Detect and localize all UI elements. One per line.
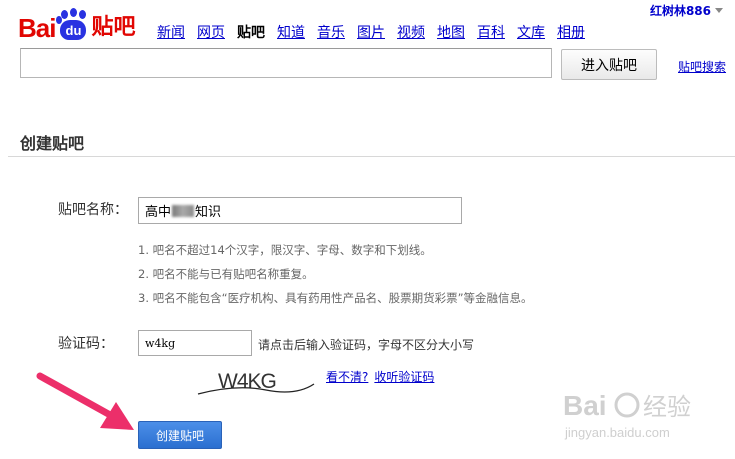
rule-item: 2. 吧名不能与已有贴吧名称重复。 (138, 267, 314, 281)
logo-bai-text: Bai (18, 13, 56, 43)
tieba-name-suffix: 知识 (195, 205, 222, 220)
tieba-name-input[interactable]: 高中 知识 (138, 197, 462, 224)
nav-item-zhidao[interactable]: 知道 (277, 25, 305, 41)
paw-icon: du (56, 8, 90, 42)
nav-item-music[interactable]: 音乐 (317, 25, 345, 41)
redacted-text (172, 204, 195, 217)
page-title: 创建贴吧 (20, 134, 85, 153)
tieba-name-label: 贴吧名称： (58, 202, 128, 218)
nav-item-tieba[interactable]: 贴吧 (237, 25, 265, 41)
tieba-search-link[interactable]: 贴吧搜索 (678, 58, 726, 75)
create-tieba-button[interactable]: 创建贴吧 (138, 421, 222, 449)
rule-item: 1. 吧名不超过14个汉字，限汉字、字母、数字和下划线。 (138, 243, 432, 257)
captcha-label: 验证码： (58, 336, 114, 352)
nav-item-wenku[interactable]: 文库 (517, 25, 545, 41)
nav-item-baike[interactable]: 百科 (477, 25, 505, 41)
watermark-brand: Bai (563, 390, 607, 421)
nav-item-album[interactable]: 相册 (557, 25, 585, 41)
watermark-url: jingyan.baidu.com (564, 425, 670, 440)
user-menu[interactable]: 红树林886 (650, 2, 723, 19)
watermark-brand-cn: 经验 (643, 393, 691, 421)
nav-item-map[interactable]: 地图 (437, 25, 465, 41)
listen-captcha-link[interactable]: 收听验证码 (374, 368, 434, 385)
captcha-hint: 请点击后输入验证码，字母不区分大小写 (258, 338, 475, 352)
top-nav: 新闻 网页 贴吧 知道 音乐 图片 视频 地图 百科 文库 相册 (157, 25, 597, 41)
arrow-icon (36, 372, 134, 430)
tieba-name-prefix: 高中 (145, 205, 172, 220)
rule-item: 3. 吧名不能包含“医疗机构、具有药用性产品名、股票期货彩票”等金融信息。 (138, 291, 533, 305)
section-divider (8, 156, 735, 157)
captcha-input[interactable]: w4kg (138, 330, 252, 356)
nav-item-news[interactable]: 新闻 (157, 25, 185, 41)
chevron-down-icon[interactable] (715, 8, 723, 13)
baidu-jingyan-watermark: Bai 经验 jingyan.baidu.com (563, 390, 691, 440)
nav-item-images[interactable]: 图片 (357, 25, 385, 41)
captcha-image[interactable]: W4KG (196, 364, 318, 404)
logo-tieba-text: 贴吧 (91, 15, 136, 40)
baidu-tieba-logo[interactable]: Bai du 贴吧 (18, 8, 135, 42)
logo-du-text: du (60, 20, 87, 40)
nav-item-web[interactable]: 网页 (197, 25, 225, 41)
search-input[interactable] (20, 48, 552, 78)
refresh-captcha-link[interactable]: 看不清? (326, 368, 368, 385)
captcha-image-text: W4KG (218, 370, 276, 393)
captcha-links: 看不清? 收听验证码 (326, 368, 434, 385)
nav-item-video[interactable]: 视频 (397, 25, 425, 41)
enter-tieba-button[interactable]: 进入贴吧 (561, 49, 657, 80)
username[interactable]: 红树林886 (650, 2, 711, 19)
